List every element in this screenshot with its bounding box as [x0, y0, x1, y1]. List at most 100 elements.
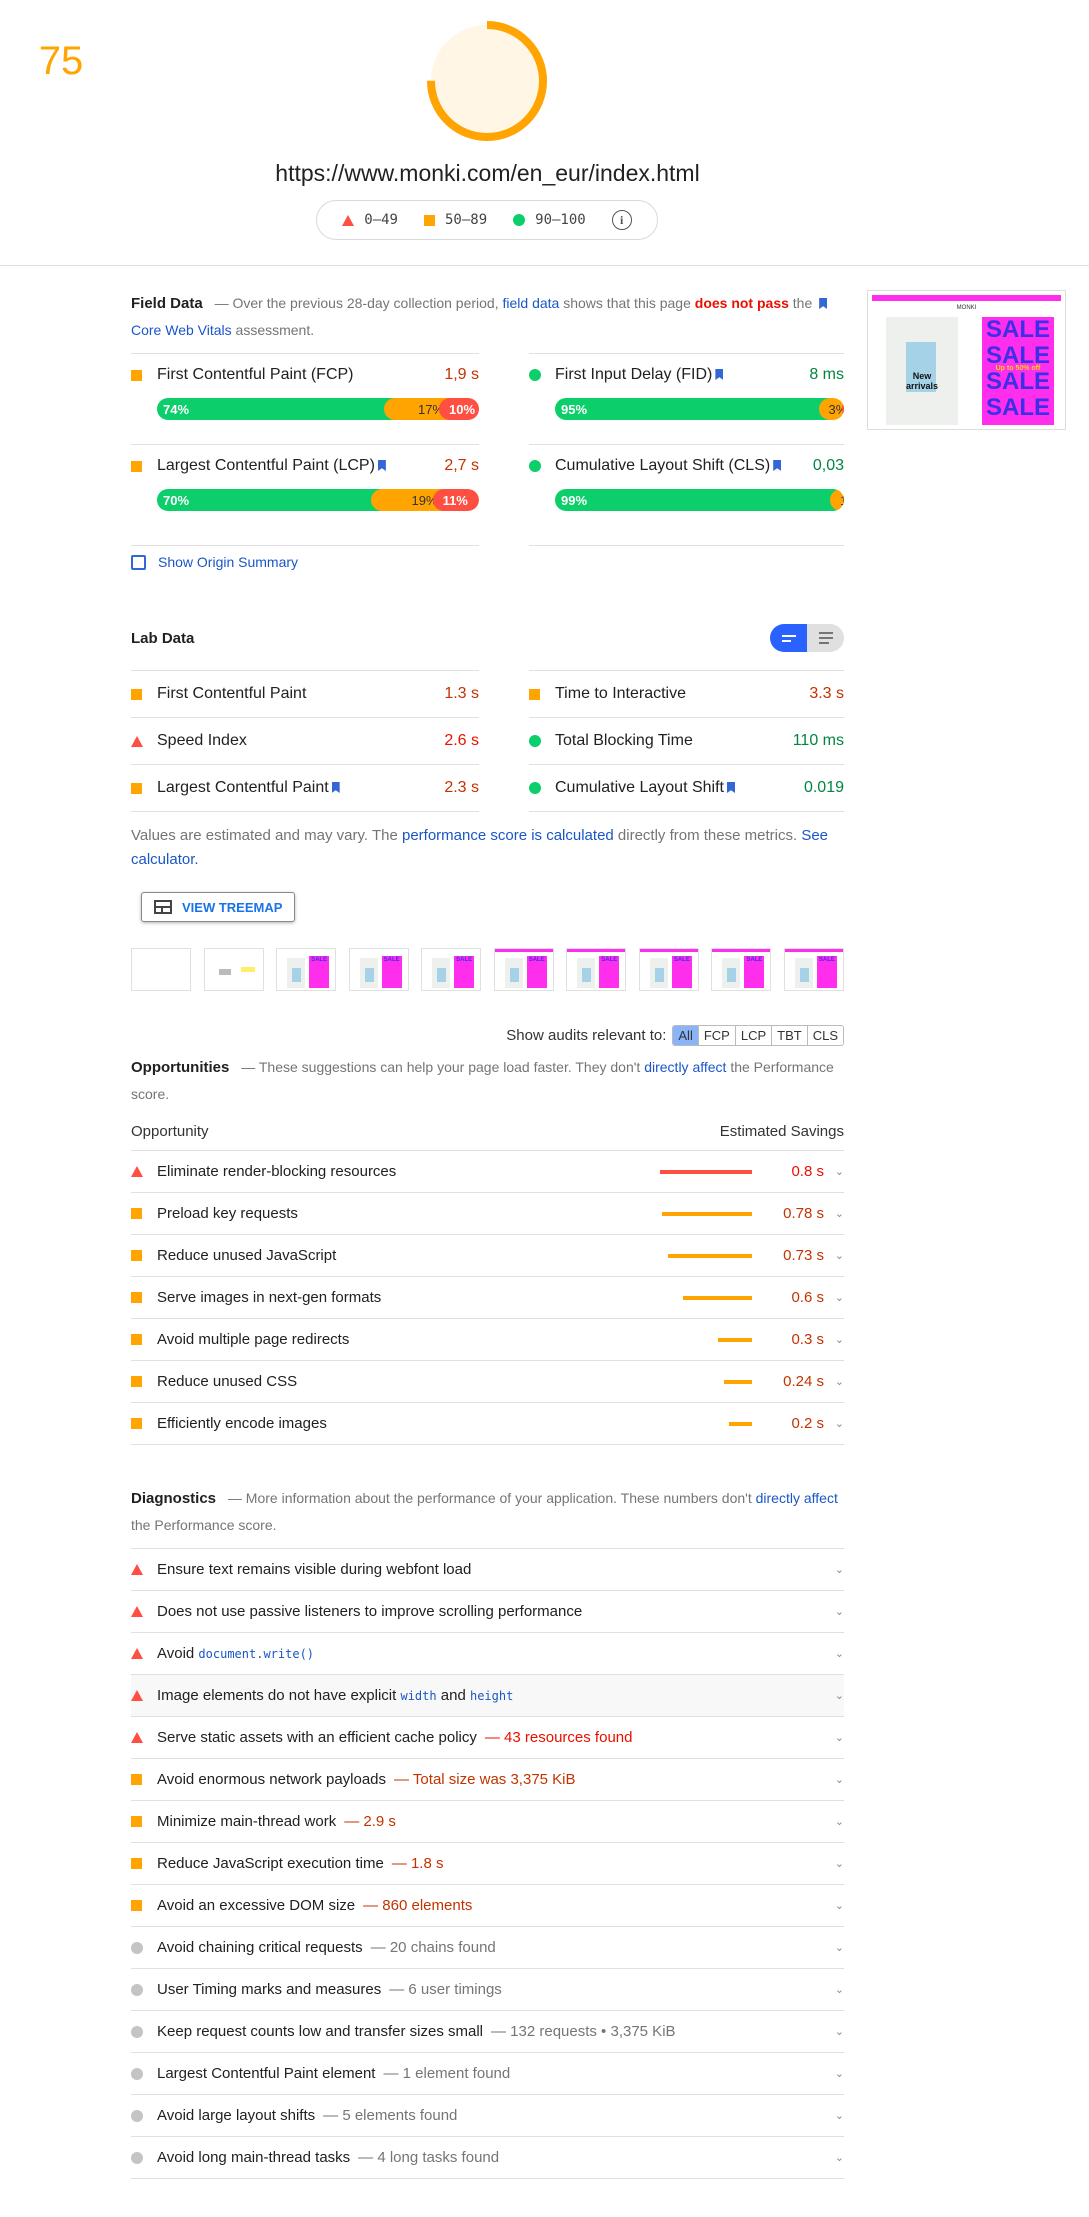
chevron-down-icon[interactable]: ⌄ [824, 1563, 844, 1576]
status-icon-wrap [131, 1292, 157, 1303]
directly-affect-link[interactable]: directly affect [644, 1059, 726, 1075]
chevron-down-icon[interactable]: ⌄ [824, 1689, 844, 1702]
legend-average: 50–89 [423, 212, 487, 228]
chevron-down-icon[interactable]: ⌄ [824, 1375, 844, 1388]
filmstrip-frame[interactable] [203, 948, 264, 991]
score-calculated-link[interactable]: performance score is calculated [402, 827, 614, 844]
diagnostic-row[interactable]: Avoid an excessive DOM size — 860 element… [131, 1885, 844, 1927]
diagnostic-row[interactable]: Avoid document.write() ⌄ [131, 1633, 844, 1675]
chevron-down-icon[interactable]: ⌄ [824, 1647, 844, 1660]
average-square-icon [131, 1208, 142, 1219]
chevron-down-icon[interactable]: ⌄ [824, 1983, 844, 1996]
chevron-down-icon[interactable]: ⌄ [824, 2067, 844, 2080]
chevron-down-icon[interactable]: ⌄ [824, 1773, 844, 1786]
chevron-down-icon[interactable]: ⌄ [824, 1605, 844, 1618]
diagnostic-row[interactable]: Image elements do not have explicit widt… [131, 1675, 844, 1717]
core-web-vitals-link[interactable]: Core Web Vitals [131, 322, 232, 338]
field-data-header: Field Data — Over the previous 28-day co… [131, 290, 844, 343]
list-view-icon[interactable] [807, 624, 844, 652]
opportunity-row[interactable]: Preload key requests 0.78 s ⌄ [131, 1193, 844, 1235]
status-icon-wrap [131, 1816, 157, 1827]
opportunity-row[interactable]: Efficiently encode images 0.2 s ⌄ [131, 1403, 844, 1445]
filmstrip-frame[interactable]: SALE [711, 948, 772, 991]
bar-view-icon[interactable] [770, 624, 807, 652]
filmstrip-frame[interactable] [131, 948, 191, 991]
chevron-down-icon[interactable]: ⌄ [824, 2109, 844, 2122]
diagnostic-row[interactable]: Avoid enormous network payloads — Total s… [131, 1759, 844, 1801]
diagnostic-label: Avoid an excessive DOM size — 860 element… [157, 1897, 824, 1914]
diagnostic-row[interactable]: Avoid large layout shifts — 5 elements fo… [131, 2095, 844, 2137]
chevron-down-icon[interactable]: ⌄ [824, 1731, 844, 1744]
checkbox-icon[interactable] [131, 554, 146, 570]
opportunity-row[interactable]: Reduce unused JavaScript 0.73 s ⌄ [131, 1235, 844, 1277]
opportunity-row[interactable]: Reduce unused CSS 0.24 s ⌄ [131, 1361, 844, 1403]
metrics-view-toggle[interactable] [770, 624, 844, 652]
status-icon-wrap [131, 1250, 157, 1261]
filmstrip-frame[interactable]: SALE [566, 948, 627, 991]
chevron-down-icon[interactable]: ⌄ [824, 1207, 844, 1220]
metric-label: Total Blocking Time [555, 732, 693, 749]
filter-chip-all[interactable]: All [673, 1026, 698, 1045]
savings-bar [660, 1169, 752, 1174]
chevron-down-icon[interactable]: ⌄ [824, 1249, 844, 1262]
chevron-down-icon[interactable]: ⌄ [824, 1941, 844, 1954]
chevron-down-icon[interactable]: ⌄ [824, 2025, 844, 2038]
diagnostic-row[interactable]: Avoid long main-thread tasks — 4 long tas… [131, 2137, 844, 2179]
filter-chip-fcp[interactable]: FCP [697, 1026, 735, 1045]
info-icon[interactable]: i [611, 210, 632, 230]
show-origin-summary[interactable]: Show Origin Summary [131, 554, 844, 570]
diagnostic-row[interactable]: User Timing marks and measures — 6 user t… [131, 1969, 844, 2011]
chevron-down-icon[interactable]: ⌄ [824, 1815, 844, 1828]
filter-chip-lcp[interactable]: LCP [734, 1026, 771, 1045]
chevron-down-icon[interactable]: ⌄ [824, 1857, 844, 1870]
filmstrip-frame[interactable]: SALE [493, 948, 554, 991]
opportunity-row[interactable]: Serve images in next-gen formats 0.6 s ⌄ [131, 1277, 844, 1319]
origin-summary-label[interactable]: Show Origin Summary [158, 554, 298, 570]
diagnostic-text: Avoid large layout shifts [157, 2107, 316, 2124]
diagnostic-row[interactable]: Largest Contentful Paint element — 1 elem… [131, 2053, 844, 2095]
savings-value: 0.24 s [783, 1373, 824, 1390]
diagnostic-row[interactable]: Minimize main-thread work — 2.9 s ⌄ [131, 1801, 844, 1843]
chevron-down-icon[interactable]: ⌄ [824, 1165, 844, 1178]
savings-value: 0.8 s [791, 1163, 824, 1180]
chevron-down-icon[interactable]: ⌄ [824, 2151, 844, 2164]
filmstrip-frame[interactable]: SALE [421, 948, 482, 991]
filter-chip-cls[interactable]: CLS [806, 1026, 843, 1045]
opportunity-label: Preload key requests [157, 1205, 298, 1222]
final-screenshot[interactable]: MONKI New arrivals SALE SALE SALE SALE U… [867, 290, 1066, 430]
metric-label-wrap: First Contentful Paint [157, 685, 444, 703]
diagnostic-row[interactable]: Reduce JavaScript execution time — 1.8 s ⌄ [131, 1843, 844, 1885]
chevron-down-icon[interactable]: ⌄ [824, 1291, 844, 1304]
opportunity-row[interactable]: Eliminate render-blocking resources 0.8 s… [131, 1151, 844, 1193]
display-value: — 4 long tasks found [358, 2149, 500, 2166]
diagnostic-row[interactable]: Serve static assets with an efficient ca… [131, 1717, 844, 1759]
code-snippet: height [469, 1689, 514, 1703]
view-treemap-button[interactable]: VIEW TREEMAP [141, 892, 296, 922]
chevron-down-icon[interactable]: ⌄ [824, 1899, 844, 1912]
diagnostic-row[interactable]: Ensure text remains visible during webfo… [131, 1549, 844, 1591]
field-data-link[interactable]: field data [503, 295, 560, 311]
metric-value: 8 ms [809, 366, 844, 383]
fail-triangle-icon [131, 1690, 143, 1701]
status-icon-wrap [131, 1732, 157, 1743]
diagnostic-row[interactable]: Keep request counts low and transfer siz… [131, 2011, 844, 2053]
filmstrip-frame[interactable]: SALE [276, 948, 337, 991]
average-square-icon [529, 688, 540, 700]
filmstrip-frame[interactable]: SALE [783, 948, 844, 991]
frame-sale: SALE [526, 956, 547, 988]
status-icon-wrap [131, 735, 157, 747]
metric-label: First Contentful Paint (FCP) [157, 366, 354, 383]
directly-affect-link[interactable]: directly affect [756, 1490, 838, 1506]
diagnostic-row[interactable]: Avoid chaining critical requests — 20 cha… [131, 1927, 844, 1969]
filmstrip-frame[interactable]: SALE [348, 948, 409, 991]
frame-sale: SALE [816, 956, 837, 988]
opportunity-row[interactable]: Avoid multiple page redirects 0.3 s ⌄ [131, 1319, 844, 1361]
filmstrip-frame[interactable]: SALE [638, 948, 699, 991]
diagnostic-text: Avoid long main-thread tasks [157, 2149, 351, 2166]
diagnostic-row[interactable]: Does not use passive listeners to improv… [131, 1591, 844, 1633]
chevron-down-icon[interactable]: ⌄ [824, 1333, 844, 1346]
frame-photo [794, 958, 813, 988]
filter-chip-tbt[interactable]: TBT [771, 1026, 807, 1045]
chevron-down-icon[interactable]: ⌄ [824, 1417, 844, 1430]
field-metric-row: First Input Delay (FID) 8 ms [529, 366, 844, 384]
